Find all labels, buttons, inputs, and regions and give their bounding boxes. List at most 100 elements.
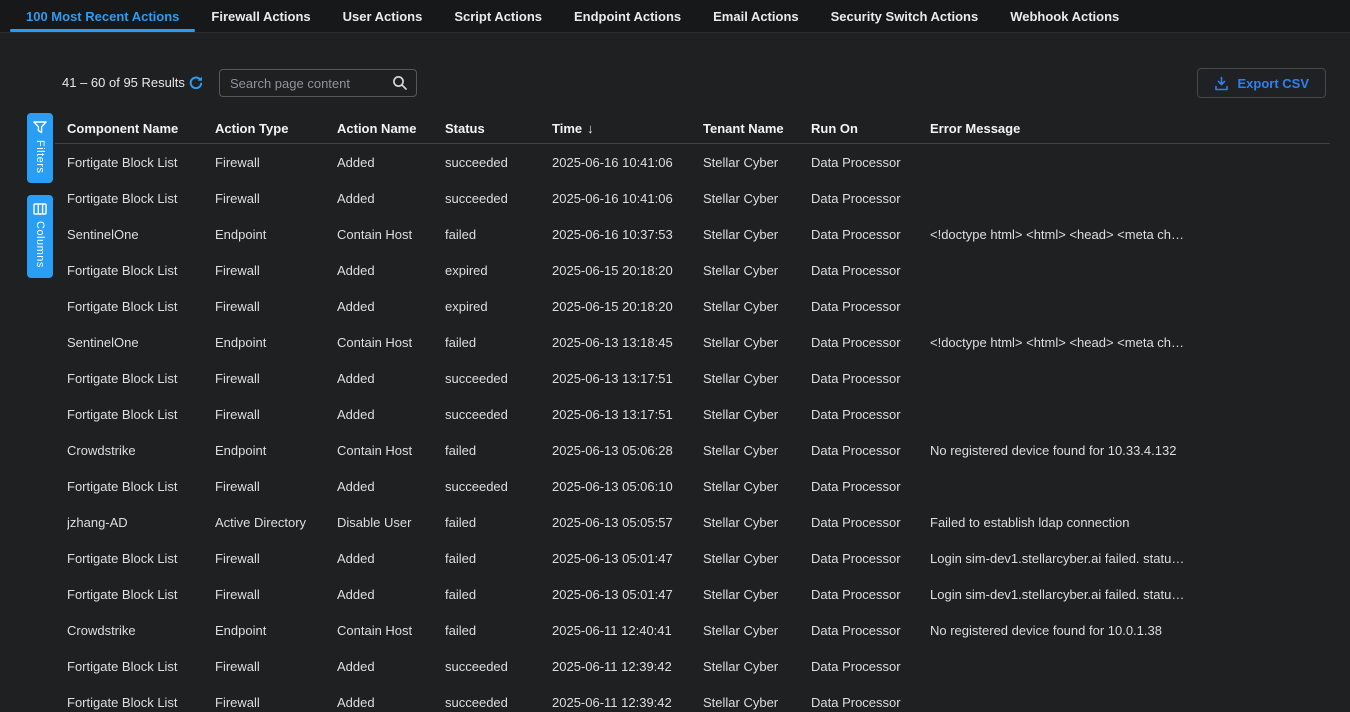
cell-status: failed: [445, 515, 552, 530]
cell-tenant-name: Stellar Cyber: [703, 335, 811, 350]
search-input[interactable]: [220, 76, 391, 91]
top-tab-bar: 100 Most Recent Actions Firewall Actions…: [0, 0, 1350, 33]
sort-descending-icon[interactable]: ↓: [587, 121, 594, 136]
cell-time: 2025-06-13 05:01:47: [552, 551, 703, 566]
cell-tenant-name: Stellar Cyber: [703, 659, 811, 674]
actions-table: Component Name Action Type Action Name S…: [55, 113, 1330, 712]
columns-tab[interactable]: Columns: [27, 195, 53, 278]
cell-component-name: SentinelOne: [67, 227, 215, 242]
cell-status: failed: [445, 623, 552, 638]
cell-action-type: Firewall: [215, 659, 337, 674]
column-header-component-name[interactable]: Component Name: [67, 121, 215, 136]
cell-error-message: <!doctype html> <html> <head> <meta ch…: [930, 335, 1330, 350]
cell-error-message: Login sim-dev1.stellarcyber.ai failed. s…: [930, 587, 1330, 602]
cell-run-on: Data Processor: [811, 479, 930, 494]
cell-component-name: Fortigate Block List: [67, 659, 215, 674]
tab-endpoint-actions[interactable]: Endpoint Actions: [558, 0, 697, 32]
cell-status: failed: [445, 587, 552, 602]
cell-action-type: Firewall: [215, 695, 337, 710]
tab-webhook-actions[interactable]: Webhook Actions: [994, 0, 1135, 32]
cell-error-message: Login sim-dev1.stellarcyber.ai failed. s…: [930, 551, 1330, 566]
tab-100-most-recent-actions[interactable]: 100 Most Recent Actions: [10, 0, 195, 32]
cell-status: succeeded: [445, 407, 552, 422]
column-header-action-name[interactable]: Action Name: [337, 121, 445, 136]
cell-time: 2025-06-16 10:41:06: [552, 191, 703, 206]
cell-action-type: Endpoint: [215, 443, 337, 458]
tab-user-actions[interactable]: User Actions: [327, 0, 439, 32]
cell-tenant-name: Stellar Cyber: [703, 263, 811, 278]
tab-script-actions[interactable]: Script Actions: [438, 0, 558, 32]
cell-component-name: Fortigate Block List: [67, 263, 215, 278]
column-header-action-type[interactable]: Action Type: [215, 121, 337, 136]
column-header-run-on[interactable]: Run On: [811, 121, 930, 136]
column-header-time[interactable]: Time ↓: [552, 121, 703, 136]
cell-run-on: Data Processor: [811, 695, 930, 710]
export-csv-button[interactable]: Export CSV: [1197, 68, 1326, 98]
cell-status: expired: [445, 299, 552, 314]
tab-email-actions[interactable]: Email Actions: [697, 0, 814, 32]
results-count: 41 – 60 of 95 Results: [62, 68, 185, 98]
cell-component-name: Fortigate Block List: [67, 155, 215, 170]
filters-tab-label: Filters: [34, 140, 46, 173]
cell-tenant-name: Stellar Cyber: [703, 371, 811, 386]
cell-component-name: SentinelOne: [67, 335, 215, 350]
cell-action-name: Added: [337, 551, 445, 566]
tab-firewall-actions[interactable]: Firewall Actions: [195, 0, 326, 32]
table-row: SentinelOne Endpoint Contain Host failed…: [55, 324, 1330, 360]
table-row: jzhang-AD Active Directory Disable User …: [55, 504, 1330, 540]
cell-run-on: Data Processor: [811, 371, 930, 386]
cell-action-name: Added: [337, 191, 445, 206]
cell-action-name: Added: [337, 263, 445, 278]
export-csv-label: Export CSV: [1237, 76, 1309, 91]
cell-action-type: Firewall: [215, 407, 337, 422]
cell-run-on: Data Processor: [811, 227, 930, 242]
tab-label: Firewall Actions: [211, 9, 310, 24]
column-header-tenant-name[interactable]: Tenant Name: [703, 121, 811, 136]
cell-run-on: Data Processor: [811, 155, 930, 170]
table-row: Fortigate Block List Firewall Added succ…: [55, 396, 1330, 432]
cell-error-message: Failed to establish ldap connection: [930, 515, 1330, 530]
cell-component-name: jzhang-AD: [67, 515, 215, 530]
table-row: Crowdstrike Endpoint Contain Host failed…: [55, 432, 1330, 468]
table-row: Fortigate Block List Firewall Added succ…: [55, 468, 1330, 504]
side-tabs: Filters Columns: [27, 113, 53, 278]
cell-component-name: Fortigate Block List: [67, 551, 215, 566]
cell-component-name: Crowdstrike: [67, 443, 215, 458]
tab-label: Script Actions: [454, 9, 542, 24]
table-row: Fortigate Block List Firewall Added fail…: [55, 540, 1330, 576]
table-row: Fortigate Block List Firewall Added fail…: [55, 576, 1330, 612]
cell-time: 2025-06-15 20:18:20: [552, 299, 703, 314]
cell-status: succeeded: [445, 695, 552, 710]
cell-tenant-name: Stellar Cyber: [703, 551, 811, 566]
search-icon[interactable]: [391, 74, 409, 92]
columns-tab-label: Columns: [34, 221, 46, 268]
cell-status: succeeded: [445, 155, 552, 170]
cell-run-on: Data Processor: [811, 659, 930, 674]
refresh-icon[interactable]: [188, 75, 204, 91]
cell-time: 2025-06-16 10:37:53: [552, 227, 703, 242]
cell-component-name: Fortigate Block List: [67, 299, 215, 314]
cell-error-message: <!doctype html> <html> <head> <meta ch…: [930, 227, 1330, 242]
cell-status: failed: [445, 443, 552, 458]
cell-tenant-name: Stellar Cyber: [703, 191, 811, 206]
tab-label: Endpoint Actions: [574, 9, 681, 24]
cell-run-on: Data Processor: [811, 623, 930, 638]
cell-run-on: Data Processor: [811, 263, 930, 278]
column-header-status[interactable]: Status: [445, 121, 552, 136]
cell-action-name: Added: [337, 299, 445, 314]
filters-tab[interactable]: Filters: [27, 113, 53, 183]
table-row: SentinelOne Endpoint Contain Host failed…: [55, 216, 1330, 252]
table-row: Crowdstrike Endpoint Contain Host failed…: [55, 612, 1330, 648]
table-row: Fortigate Block List Firewall Added succ…: [55, 144, 1330, 180]
cell-run-on: Data Processor: [811, 299, 930, 314]
cell-action-name: Added: [337, 407, 445, 422]
tab-security-switch-actions[interactable]: Security Switch Actions: [815, 0, 995, 32]
cell-status: failed: [445, 227, 552, 242]
cell-time: 2025-06-13 13:17:51: [552, 371, 703, 386]
column-header-error-message[interactable]: Error Message: [930, 121, 1330, 136]
cell-component-name: Fortigate Block List: [67, 695, 215, 710]
cell-status: succeeded: [445, 191, 552, 206]
table-row: Fortigate Block List Firewall Added expi…: [55, 288, 1330, 324]
tab-label: Email Actions: [713, 9, 798, 24]
cell-run-on: Data Processor: [811, 551, 930, 566]
